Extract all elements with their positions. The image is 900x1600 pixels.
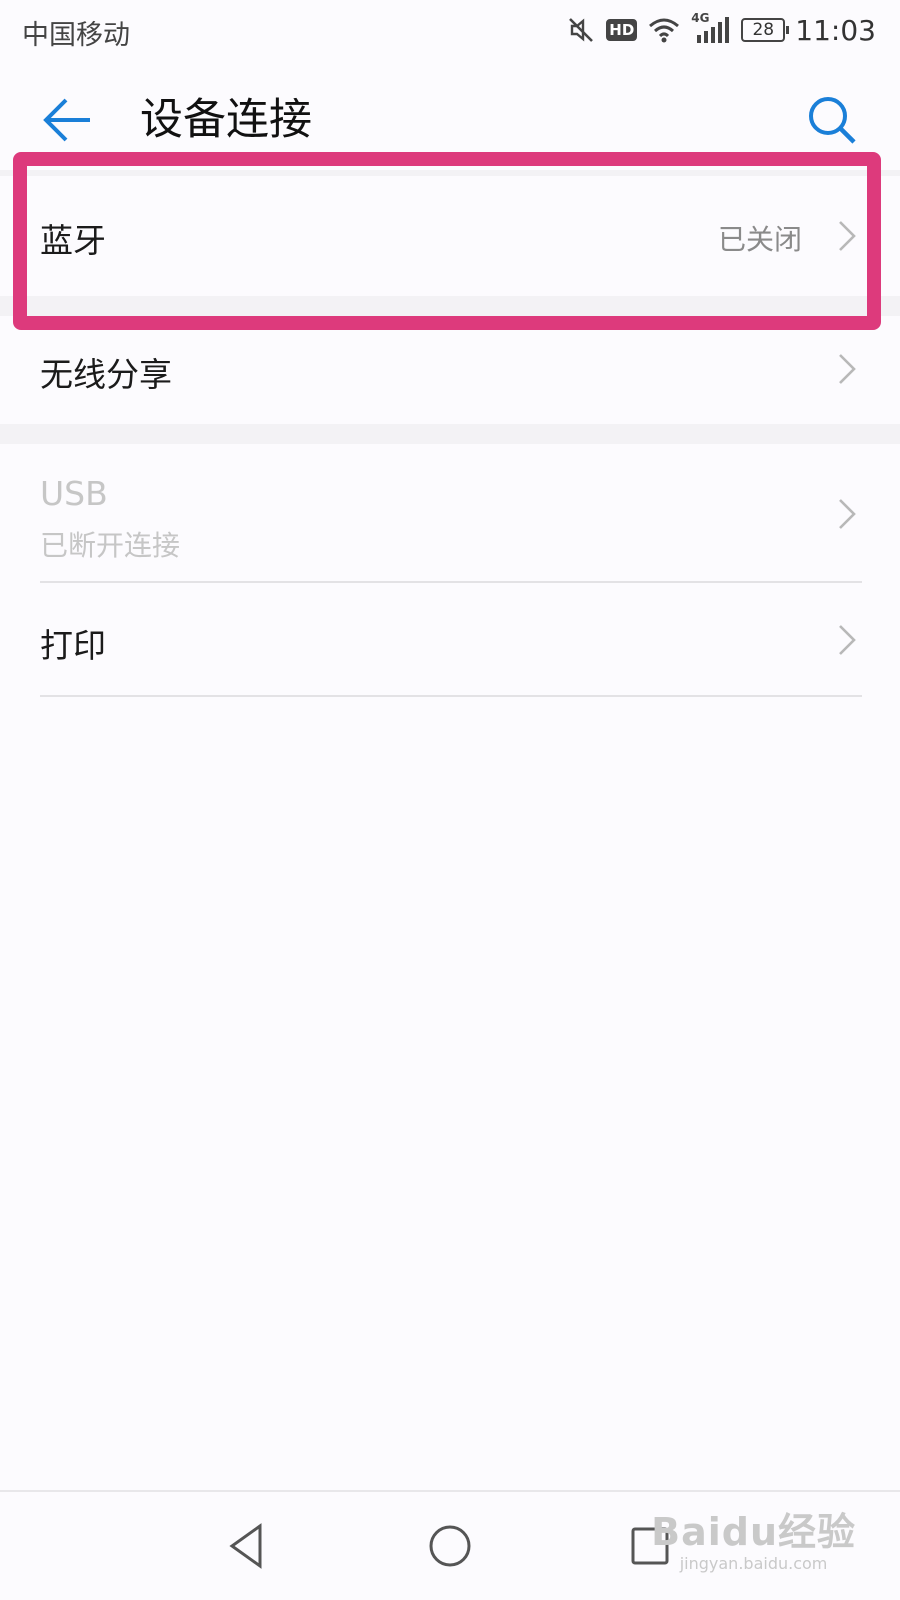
- list-item-bluetooth[interactable]: 蓝牙 已关闭: [0, 176, 900, 296]
- clock: 11:03: [795, 13, 876, 47]
- battery-level: 28: [752, 20, 775, 40]
- carrier-label: 中国移动: [22, 20, 130, 51]
- status-bar: 中国移动 HD 4G 28 11:03: [0, 0, 900, 64]
- section-gap: [0, 296, 900, 316]
- list-item-print[interactable]: 打印: [0, 583, 900, 695]
- watermark-url: jingyan.baidu.com: [679, 1554, 828, 1573]
- chevron-right-icon: [839, 221, 856, 251]
- chevron-right-icon: [839, 625, 856, 655]
- list-item-title: 无线分享: [40, 355, 172, 394]
- bluetooth-status: 已关闭: [717, 223, 802, 256]
- usb-status: 已断开连接: [40, 529, 181, 562]
- watermark: Baidu经验 jingyan.baidu.com: [651, 1510, 856, 1574]
- status-icons: HD 4G 28 11:03: [556, 11, 876, 48]
- list-item-usb[interactable]: USB 已断开连接: [0, 444, 900, 582]
- search-button[interactable]: [804, 92, 860, 148]
- list-item-title: USB: [40, 474, 108, 513]
- section-gap: [0, 424, 900, 444]
- nav-back-icon[interactable]: [220, 1516, 280, 1576]
- wifi-icon: [649, 18, 680, 43]
- chevron-right-icon: [839, 499, 856, 529]
- signal-icon: [697, 17, 730, 43]
- battery-icon: 28: [741, 18, 790, 42]
- watermark-logo: Baidu经验: [651, 1510, 856, 1554]
- chevron-right-icon: [839, 354, 856, 384]
- divider: [40, 695, 862, 697]
- cellular-signal: 4G: [691, 11, 731, 45]
- list-item-title: 蓝牙: [40, 221, 106, 260]
- nav-home-icon[interactable]: [420, 1516, 480, 1576]
- page-title: 设备连接: [140, 95, 312, 145]
- back-button[interactable]: [40, 92, 96, 148]
- back-arrow-icon: [43, 98, 90, 142]
- mute-icon: [569, 18, 594, 42]
- search-icon: [809, 97, 856, 144]
- navigation-bar: Baidu经验 jingyan.baidu.com: [0, 1490, 900, 1600]
- list-item-wireless-share[interactable]: 无线分享: [0, 316, 900, 424]
- app-header: 设备连接: [0, 70, 900, 170]
- list-item-title: 打印: [40, 626, 106, 665]
- hd-badge: HD: [606, 19, 638, 41]
